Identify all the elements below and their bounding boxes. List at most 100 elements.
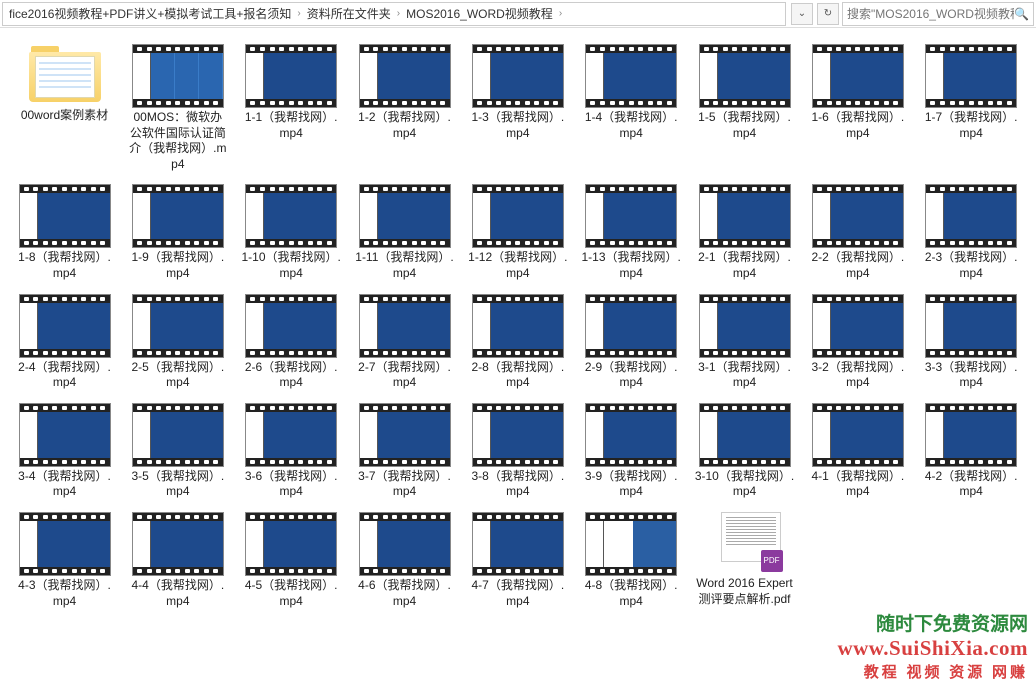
video-thumbnail xyxy=(812,403,904,467)
file-name-label: 4-4（我帮找网）.mp4 xyxy=(128,578,228,609)
file-name-label: 4-1（我帮找网）.mp4 xyxy=(808,469,908,500)
video-file-item[interactable]: 4-6（我帮找网）.mp4 xyxy=(348,508,461,613)
search-input[interactable] xyxy=(847,7,1014,21)
file-name-label: 4-3（我帮找网）.mp4 xyxy=(15,578,115,609)
file-name-label: 2-1（我帮找网）.mp4 xyxy=(695,250,795,281)
video-file-item[interactable]: 4-2（我帮找网）.mp4 xyxy=(915,399,1028,504)
video-thumbnail xyxy=(585,512,677,576)
file-name-label: 3-10（我帮找网）.mp4 xyxy=(695,469,795,500)
video-file-item[interactable]: 3-8（我帮找网）.mp4 xyxy=(461,399,574,504)
breadcrumb-item[interactable]: fice2016视频教程+PDF讲义+模拟考试工具+报名须知 xyxy=(7,5,293,22)
video-thumbnail xyxy=(925,44,1017,108)
video-file-item[interactable]: 4-8（我帮找网）.mp4 xyxy=(575,508,688,613)
video-thumbnail xyxy=(245,294,337,358)
video-file-item[interactable]: 3-6（我帮找网）.mp4 xyxy=(235,399,348,504)
video-thumbnail xyxy=(359,44,451,108)
video-file-item[interactable]: 2-7（我帮找网）.mp4 xyxy=(348,290,461,395)
video-thumbnail xyxy=(132,512,224,576)
video-file-item[interactable]: 3-7（我帮找网）.mp4 xyxy=(348,399,461,504)
video-thumbnail xyxy=(132,294,224,358)
search-box[interactable]: 🔍 xyxy=(842,2,1034,26)
chevron-right-icon[interactable]: › xyxy=(293,8,304,19)
file-name-label: 2-4（我帮找网）.mp4 xyxy=(15,360,115,391)
video-file-item[interactable]: 1-8（我帮找网）.mp4 xyxy=(8,180,121,285)
video-file-item[interactable]: 2-1（我帮找网）.mp4 xyxy=(688,180,801,285)
video-file-item[interactable]: 1-10（我帮找网）.mp4 xyxy=(235,180,348,285)
video-file-item[interactable]: 1-12（我帮找网）.mp4 xyxy=(461,180,574,285)
video-file-item[interactable]: 3-3（我帮找网）.mp4 xyxy=(915,290,1028,395)
folder-item[interactable]: 00word案例素材 xyxy=(8,40,121,176)
video-file-item[interactable]: 1-4（我帮找网）.mp4 xyxy=(575,40,688,176)
video-file-item[interactable]: 4-4（我帮找网）.mp4 xyxy=(121,508,234,613)
file-name-label: 1-7（我帮找网）.mp4 xyxy=(921,110,1021,141)
file-name-label: 1-10（我帮找网）.mp4 xyxy=(241,250,341,281)
video-thumbnail xyxy=(699,403,791,467)
history-dropdown-button[interactable]: ⌄ xyxy=(791,3,813,25)
video-file-item[interactable]: 1-7（我帮找网）.mp4 xyxy=(915,40,1028,176)
chevron-down-icon: ⌄ xyxy=(798,8,806,19)
video-file-item[interactable]: 3-5（我帮找网）.mp4 xyxy=(121,399,234,504)
video-file-item[interactable]: 1-1（我帮找网）.mp4 xyxy=(235,40,348,176)
video-file-item[interactable]: 2-2（我帮找网）.mp4 xyxy=(801,180,914,285)
file-name-label: 1-12（我帮找网）.mp4 xyxy=(468,250,568,281)
video-thumbnail xyxy=(699,44,791,108)
chevron-right-icon[interactable]: › xyxy=(555,8,566,19)
video-file-item[interactable]: 4-3（我帮找网）.mp4 xyxy=(8,508,121,613)
video-thumbnail xyxy=(925,294,1017,358)
video-file-item[interactable]: 2-5（我帮找网）.mp4 xyxy=(121,290,234,395)
video-file-item[interactable]: 1-13（我帮找网）.mp4 xyxy=(575,180,688,285)
video-thumbnail xyxy=(925,184,1017,248)
file-grid-area[interactable]: 00word案例素材00MOS：微软办公软件国际认证简介（我帮找网）.mp41-… xyxy=(0,28,1036,688)
video-file-item[interactable]: 4-5（我帮找网）.mp4 xyxy=(235,508,348,613)
file-name-label: Word 2016 Expert测评要点解析.pdf xyxy=(695,576,795,607)
file-name-label: 2-3（我帮找网）.mp4 xyxy=(921,250,1021,281)
file-name-label: 2-7（我帮找网）.mp4 xyxy=(355,360,455,391)
video-file-item[interactable]: 3-1（我帮找网）.mp4 xyxy=(688,290,801,395)
video-file-item[interactable]: 2-3（我帮找网）.mp4 xyxy=(915,180,1028,285)
video-file-item[interactable]: 2-9（我帮找网）.mp4 xyxy=(575,290,688,395)
video-file-item[interactable]: 1-11（我帮找网）.mp4 xyxy=(348,180,461,285)
file-name-label: 2-2（我帮找网）.mp4 xyxy=(808,250,908,281)
video-file-item[interactable]: 4-1（我帮找网）.mp4 xyxy=(801,399,914,504)
video-file-item[interactable]: 3-4（我帮找网）.mp4 xyxy=(8,399,121,504)
video-file-item[interactable]: 00MOS：微软办公软件国际认证简介（我帮找网）.mp4 xyxy=(121,40,234,176)
breadcrumb[interactable]: fice2016视频教程+PDF讲义+模拟考试工具+报名须知 › 资料所在文件夹… xyxy=(2,2,786,26)
pdf-file-item[interactable]: PDF Word 2016 Expert测评要点解析.pdf xyxy=(688,508,801,613)
video-thumbnail xyxy=(925,403,1017,467)
video-thumbnail xyxy=(19,294,111,358)
video-thumbnail xyxy=(359,512,451,576)
video-file-item[interactable]: 1-9（我帮找网）.mp4 xyxy=(121,180,234,285)
video-file-item[interactable]: 1-6（我帮找网）.mp4 xyxy=(801,40,914,176)
video-thumbnail xyxy=(19,512,111,576)
file-name-label: 3-4（我帮找网）.mp4 xyxy=(15,469,115,500)
refresh-icon: ↻ xyxy=(824,8,832,19)
file-name-label: 2-5（我帮找网）.mp4 xyxy=(128,360,228,391)
video-file-item[interactable]: 4-7（我帮找网）.mp4 xyxy=(461,508,574,613)
video-file-item[interactable]: 2-4（我帮找网）.mp4 xyxy=(8,290,121,395)
video-file-item[interactable]: 1-3（我帮找网）.mp4 xyxy=(461,40,574,176)
video-file-item[interactable]: 1-5（我帮找网）.mp4 xyxy=(688,40,801,176)
file-name-label: 1-2（我帮找网）.mp4 xyxy=(355,110,455,141)
breadcrumb-item[interactable]: 资料所在文件夹 xyxy=(305,5,393,22)
breadcrumb-item[interactable]: MOS2016_WORD视频教程 xyxy=(404,5,555,22)
pdf-badge-icon: PDF xyxy=(761,550,783,572)
video-file-item[interactable]: 3-2（我帮找网）.mp4 xyxy=(801,290,914,395)
file-name-label: 00MOS：微软办公软件国际认证简介（我帮找网）.mp4 xyxy=(128,110,228,172)
video-thumbnail xyxy=(19,184,111,248)
folder-icon xyxy=(25,44,105,106)
file-name-label: 1-4（我帮找网）.mp4 xyxy=(581,110,681,141)
video-file-item[interactable]: 3-10（我帮找网）.mp4 xyxy=(688,399,801,504)
video-file-item[interactable]: 2-8（我帮找网）.mp4 xyxy=(461,290,574,395)
search-icon[interactable]: 🔍 xyxy=(1014,7,1029,21)
video-thumbnail xyxy=(812,294,904,358)
video-thumbnail xyxy=(585,184,677,248)
video-thumbnail xyxy=(245,403,337,467)
refresh-button[interactable]: ↻ xyxy=(817,3,839,25)
video-file-item[interactable]: 3-9（我帮找网）.mp4 xyxy=(575,399,688,504)
address-toolbar: fice2016视频教程+PDF讲义+模拟考试工具+报名须知 › 资料所在文件夹… xyxy=(0,0,1036,28)
video-file-item[interactable]: 2-6（我帮找网）.mp4 xyxy=(235,290,348,395)
video-thumbnail xyxy=(585,294,677,358)
video-file-item[interactable]: 1-2（我帮找网）.mp4 xyxy=(348,40,461,176)
video-thumbnail xyxy=(472,44,564,108)
chevron-right-icon[interactable]: › xyxy=(393,8,404,19)
